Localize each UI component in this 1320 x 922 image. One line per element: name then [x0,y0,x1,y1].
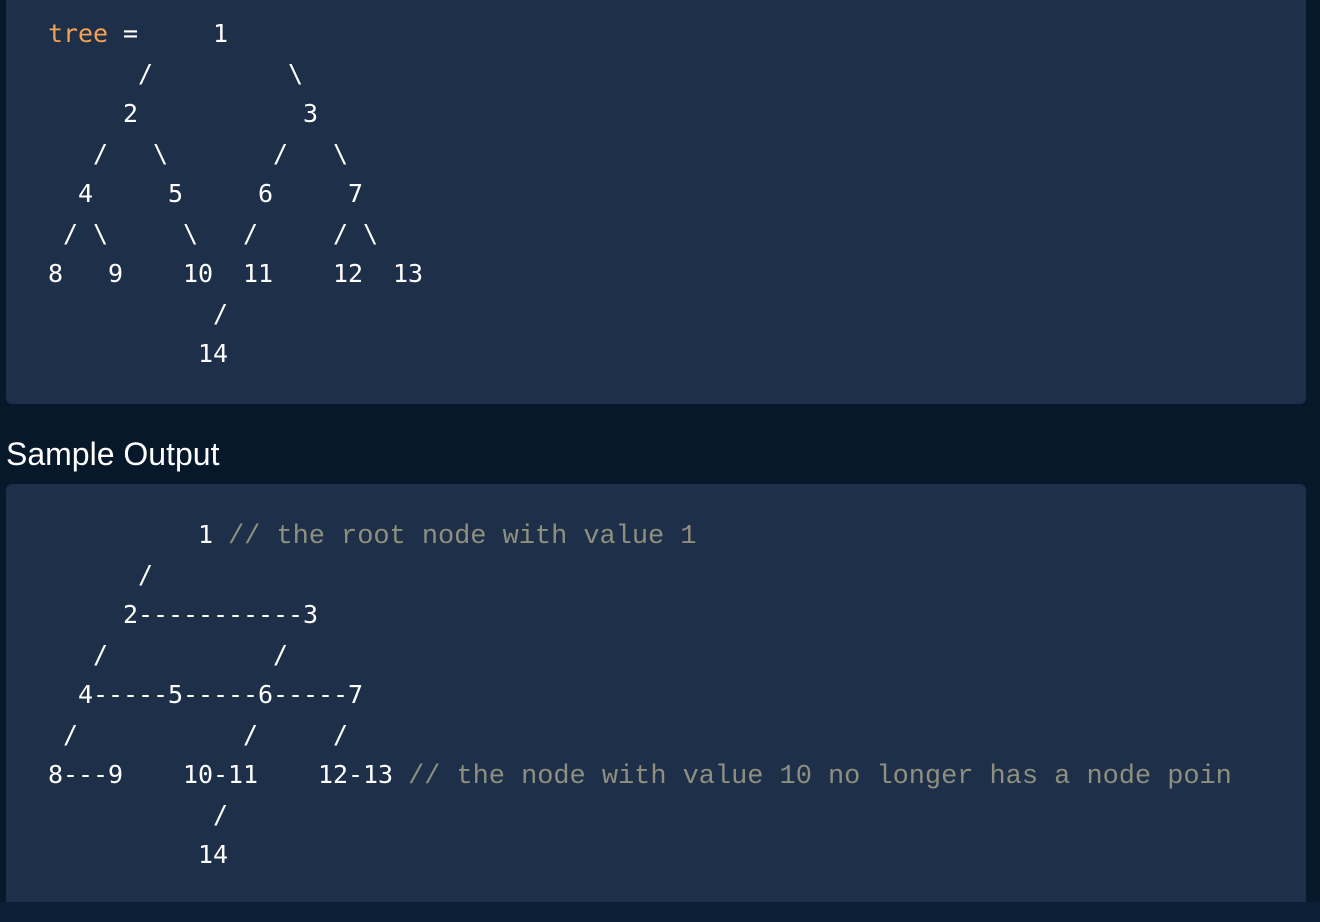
code-text: / / [48,640,289,669]
code-text: 2-----------3 [48,600,319,629]
code-line: / [48,299,229,328]
code-line: / / [48,635,288,675]
code-comment: // the root node with value 1 [228,522,697,552]
code-text: / [48,560,154,589]
page: tree = 1 / \ 2 3 / \ / \ 4 5 6 7 / \ \ /… [0,0,1320,922]
code-text: = 1 [108,19,229,48]
horizontal-scrollbar-track[interactable] [0,902,1320,922]
code-line: / \ / \ [48,139,349,168]
code-line: / [48,555,153,595]
code-text: 8---9 10-11 12-13 [48,760,409,789]
code-line: 14 [48,339,229,368]
code-line: / \ \ / / \ [48,219,379,248]
code-text: / [48,800,229,829]
tree-keyword: tree [48,19,109,48]
code-line: / / / [48,715,348,755]
code-line: / \ [48,59,304,88]
code-line: tree = 1 [48,14,228,54]
code-line: 4 5 6 7 [48,179,364,208]
code-line: 8 9 10 11 12 13 [48,259,424,288]
code-text: 4-----5-----6-----7 [48,680,364,709]
code-text: 1 [48,520,229,549]
sample-input-code-block: tree = 1 / \ 2 3 / \ / \ 4 5 6 7 / \ \ /… [6,0,1306,404]
code-line: 2-----------3 [48,595,318,635]
sample-output-code-block: 1 // the root node with value 1 / 2-----… [6,484,1306,914]
code-comment: // the node with value 10 no longer has … [408,762,1232,792]
sample-output-heading: Sample Output [6,436,220,472]
code-line: / [48,795,228,835]
code-text: / / / [48,720,349,749]
code-line: 8---9 10-11 12-13 // the node with value… [48,755,1232,795]
code-line: 2 3 [48,99,319,128]
code-line: 4-----5-----6-----7 [48,675,363,715]
code-line: 14 [48,835,228,875]
code-text: 14 [48,840,229,869]
code-line: 1 // the root node with value 1 [48,515,697,555]
